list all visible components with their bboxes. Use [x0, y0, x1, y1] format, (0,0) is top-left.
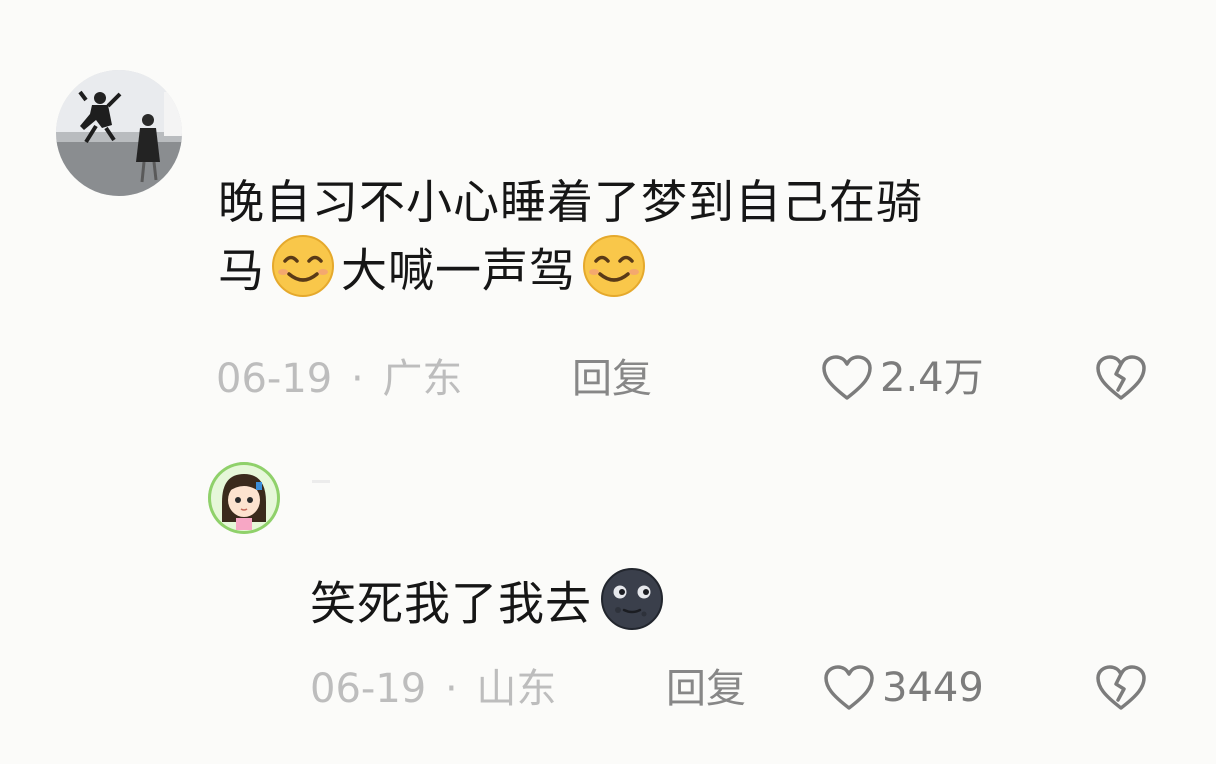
- comment-2-meta: 06-19 · 山东: [310, 666, 556, 712]
- comment-1-line-2a: 马: [218, 243, 265, 298]
- comment-2-reply-button[interactable]: 回复: [666, 666, 746, 712]
- comment-2-dislike-button[interactable]: [1094, 664, 1148, 716]
- comment-1-date: 06-19: [216, 356, 333, 402]
- comment-1-dislike-button[interactable]: [1094, 354, 1148, 406]
- comment-1-location: 广东: [382, 356, 463, 402]
- avatar-user-2[interactable]: [208, 462, 280, 534]
- avatar-user-1[interactable]: [56, 70, 182, 196]
- meta-separator: ·: [444, 666, 458, 712]
- comment-2: 笑死我了我去 06-19 · 山东 回复 3449: [0, 420, 1216, 764]
- comment-1-reply-button[interactable]: 回复: [572, 356, 652, 402]
- comment-1-line-1: 晚自习不小心睡着了梦到自己在骑: [218, 175, 923, 229]
- avatar-anime-girl: [208, 462, 280, 534]
- heart-outline-icon: [824, 665, 874, 710]
- comment-2-body: 笑死我了我去: [310, 576, 592, 631]
- comment-2-date: 06-19: [310, 666, 427, 712]
- comment-1-meta: 06-19 · 广东: [216, 356, 462, 402]
- comment-2-like-button[interactable]: 3449: [822, 664, 984, 712]
- comment-1-like-button[interactable]: 2.4万: [820, 354, 984, 402]
- comment-1-text: 晚自习不小心睡着了梦到自己在骑 马 大喊一声驾: [218, 170, 1138, 314]
- broken-heart-icon: [1096, 665, 1146, 710]
- username-placeholder: [312, 480, 330, 483]
- comment-1-line-2b: 大喊一声驾: [341, 243, 576, 298]
- comment-1: 晚自习不小心睡着了梦到自己在骑 马 大喊一声驾 06-19 · 广东 回复 2.…: [0, 0, 1216, 420]
- avatar-photo: [56, 70, 182, 196]
- comment-2-text: 笑死我了我去: [310, 566, 672, 648]
- comment-1-line-2: 马 大喊一声驾: [218, 234, 1138, 314]
- broken-heart-icon: [1096, 355, 1146, 400]
- comment-2-like-count: 3449: [882, 665, 984, 711]
- new-moon-face-emoji-icon: [594, 566, 670, 648]
- smiling-face-emoji-icon: [578, 234, 650, 314]
- comment-1-like-count: 2.4万: [880, 355, 984, 401]
- comment-2-location: 山东: [476, 666, 557, 712]
- smiling-face-emoji-icon: [267, 234, 339, 314]
- heart-outline-icon: [822, 355, 872, 400]
- meta-separator: ·: [350, 356, 364, 402]
